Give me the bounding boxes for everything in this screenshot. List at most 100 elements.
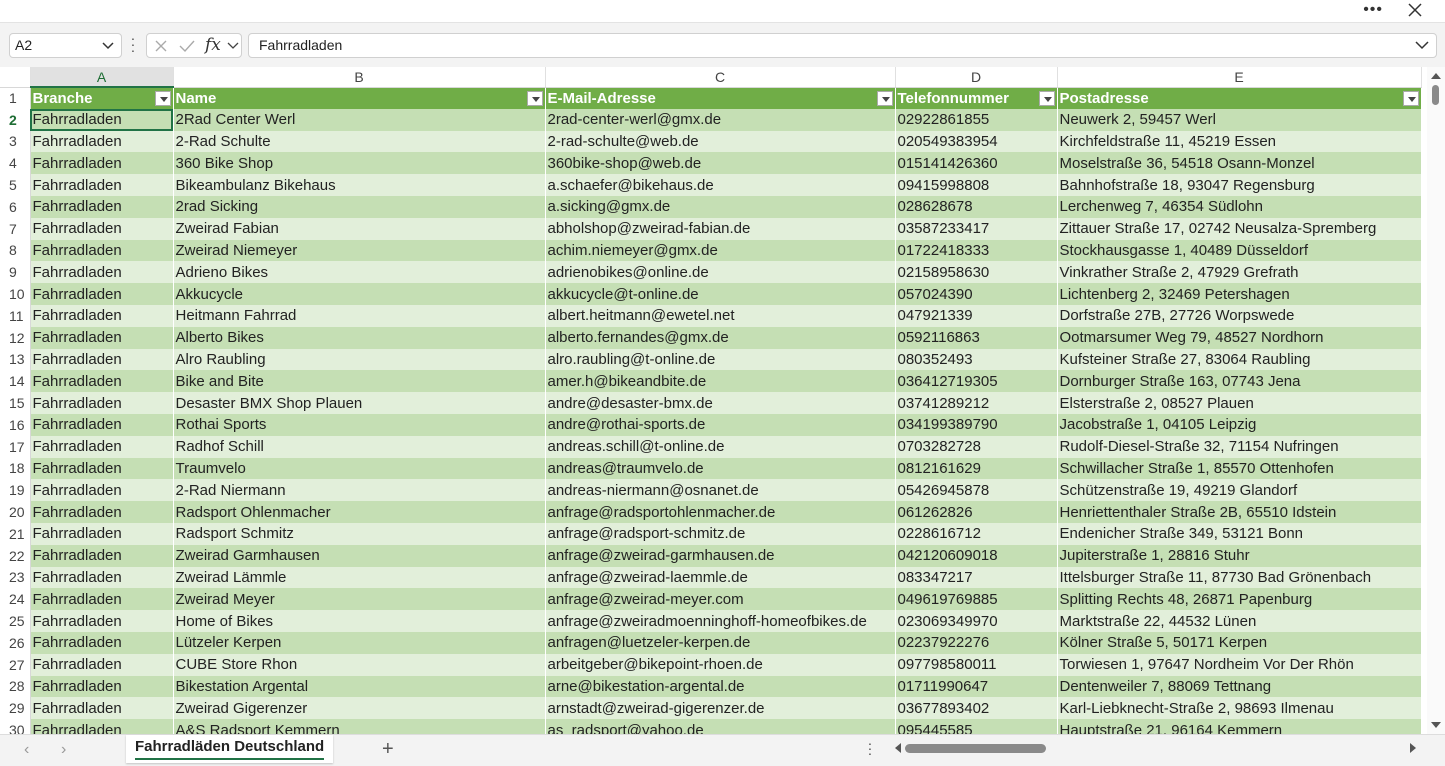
header-cell-branche[interactable]: Branche [30,87,174,109]
cell-d[interactable]: 028628678 [895,195,1058,218]
cell-e[interactable]: Dorfstraße 27B, 27726 Worpswede [1057,304,1422,327]
cell-e[interactable]: Neuwerk 2, 59457 Werl [1057,108,1422,131]
cell-a[interactable]: Fahrradladen [30,348,174,371]
row-number[interactable]: 21 [0,522,31,545]
cell-e[interactable]: Rudolf-Diesel-Straße 32, 71154 Nufringen [1057,435,1422,458]
cell-d[interactable]: 0703282728 [895,435,1058,458]
column-header-b[interactable]: B [173,67,546,88]
cell-a[interactable]: Fahrradladen [30,675,174,698]
cell-d[interactable]: 03677893402 [895,697,1058,720]
cell-e[interactable]: Dornburger Straße 163, 07743 Jena [1057,370,1422,393]
cell-a[interactable]: Fahrradladen [30,304,174,327]
previous-sheet-icon[interactable]: ‹ [24,741,29,759]
row-number[interactable]: 10 [0,283,31,305]
cell-a[interactable]: Fahrradladen [30,610,174,632]
cell-b[interactable]: Desaster BMX Shop Plauen [173,392,546,414]
row-number[interactable]: 12 [0,326,31,349]
cell-c[interactable]: arne@bikestation-argental.de [545,675,896,698]
cell-d[interactable]: 036412719305 [895,370,1058,393]
cell-d[interactable]: 0592116863 [895,326,1058,349]
cell-e[interactable]: Hauptstraße 21, 96164 Kemmern [1057,719,1422,734]
cell-c[interactable]: andre@desaster-bmx.de [545,392,896,414]
cell-e[interactable]: Kirchfeldstraße 11, 45219 Essen [1057,130,1422,153]
row-number[interactable]: 11 [0,304,31,327]
cell-d[interactable]: 02158958630 [895,261,1058,284]
cell-d[interactable]: 042120609018 [895,544,1058,567]
horizontal-scroll-thumb[interactable] [905,744,1046,753]
cell-d[interactable]: 015141426360 [895,152,1058,175]
cell-d[interactable]: 0812161629 [895,457,1058,480]
cell-a[interactable]: Fahrradladen [30,435,174,458]
row-number[interactable]: 22 [0,544,31,567]
cell-c[interactable]: andreas@traumvelo.de [545,457,896,480]
row-number[interactable]: 7 [0,217,31,240]
row-number[interactable]: 14 [0,370,31,393]
cell-b[interactable]: Radsport Schmitz [173,522,546,545]
scroll-thumb[interactable] [1432,85,1439,105]
scroll-left-icon[interactable] [895,743,901,753]
cell-b[interactable]: Bikeambulanz Bikehaus [173,174,546,196]
cell-d[interactable]: 080352493 [895,348,1058,371]
cell-e[interactable]: Lichtenberg 2, 32469 Petershagen [1057,283,1422,305]
row-number[interactable]: 27 [0,653,31,676]
cell-e[interactable]: Moselstraße 36, 54518 Osann-Monzel [1057,152,1422,175]
cell-e[interactable]: Ootmarsumer Weg 79, 48527 Nordhorn [1057,326,1422,349]
cell-e[interactable]: Kufsteiner Straße 27, 83064 Raubling [1057,348,1422,371]
cell-d[interactable]: 020549383954 [895,130,1058,153]
cell-b[interactable]: Alro Raubling [173,348,546,371]
cell-d[interactable]: 03741289212 [895,392,1058,414]
expand-formula-icon[interactable] [1414,36,1430,54]
cell-d[interactable]: 049619769885 [895,588,1058,611]
cell-e[interactable]: Vinkrather Straße 2, 47929 Grefrath [1057,261,1422,284]
cell-d[interactable]: 083347217 [895,566,1058,589]
cell-b[interactable]: Radsport Ohlenmacher [173,501,546,523]
cell-e[interactable]: Splitting Rechts 48, 26871 Papenburg [1057,588,1422,611]
header-cell-email[interactable]: E-Mail-Adresse [545,87,896,109]
cell-a[interactable]: Fahrradladen [30,653,174,676]
cell-a[interactable]: Fahrradladen [30,239,174,262]
header-cell-postadresse[interactable]: Postadresse [1057,87,1422,109]
filter-dropdown-icon[interactable] [526,90,543,106]
formula-input[interactable]: Fahrradladen [248,33,1437,58]
row-number[interactable]: 13 [0,348,31,371]
cell-d[interactable]: 03587233417 [895,217,1058,240]
cell-a[interactable]: Fahrradladen [30,631,174,654]
cell-d[interactable]: 097798580011 [895,653,1058,676]
cell-c[interactable]: anfragen@luetzeler-kerpen.de [545,631,896,654]
cell-b[interactable]: Traumvelo [173,457,546,480]
cell-b[interactable]: Bike and Bite [173,370,546,393]
cell-d[interactable]: 047921339 [895,304,1058,327]
cell-e[interactable]: Elsterstraße 2, 08527 Plauen [1057,392,1422,414]
cell-c[interactable]: akkucycle@t-online.de [545,283,896,305]
name-box[interactable]: A2 [9,33,122,58]
cell-c[interactable]: andreas-niermann@osnanet.de [545,479,896,502]
cell-c[interactable]: 2-rad-schulte@web.de [545,130,896,153]
cell-c[interactable]: anfrage@radsport-schmitz.de [545,522,896,545]
cell-c[interactable]: anfrage@zweiradmoenninghoff-homeofbikes.… [545,610,896,632]
add-sheet-button[interactable]: + [382,738,394,761]
cell-a[interactable]: Fahrradladen [30,370,174,393]
cell-d[interactable]: 01711990647 [895,675,1058,698]
cell-a[interactable]: Fahrradladen [30,392,174,414]
cell-e[interactable]: Endenicher Straße 349, 53121 Bonn [1057,522,1422,545]
vertical-dots-icon[interactable]: · · · [129,31,137,57]
sheet-tab-active[interactable]: Fahrradläden Deutschland [126,735,334,763]
cell-c[interactable]: a.schaefer@bikehaus.de [545,174,896,196]
row-number[interactable]: 20 [0,501,31,523]
cell-a[interactable]: Fahrradladen [30,174,174,196]
row-number[interactable]: 25 [0,610,31,632]
row-number[interactable]: 2 [0,108,31,131]
row-number[interactable]: 5 [0,174,31,196]
filter-dropdown-icon[interactable] [154,91,171,106]
cell-c[interactable]: adrienobikes@online.de [545,261,896,284]
cell-b[interactable]: Radhof Schill [173,435,546,458]
cell-e[interactable]: Jacobstraße 1, 04105 Leipzig [1057,413,1422,436]
cell-b[interactable]: Zweirad Lämmle [173,566,546,589]
cell-c[interactable]: andre@rothai-sports.de [545,413,896,436]
cell-a[interactable]: Fahrradladen [30,522,174,545]
cell-b[interactable]: 2Rad Center Werl [173,108,546,131]
filter-dropdown-icon[interactable] [876,90,893,106]
cell-d[interactable]: 01722418333 [895,239,1058,262]
cell-b[interactable]: Akkucycle [173,283,546,305]
row-number[interactable]: 9 [0,261,31,284]
